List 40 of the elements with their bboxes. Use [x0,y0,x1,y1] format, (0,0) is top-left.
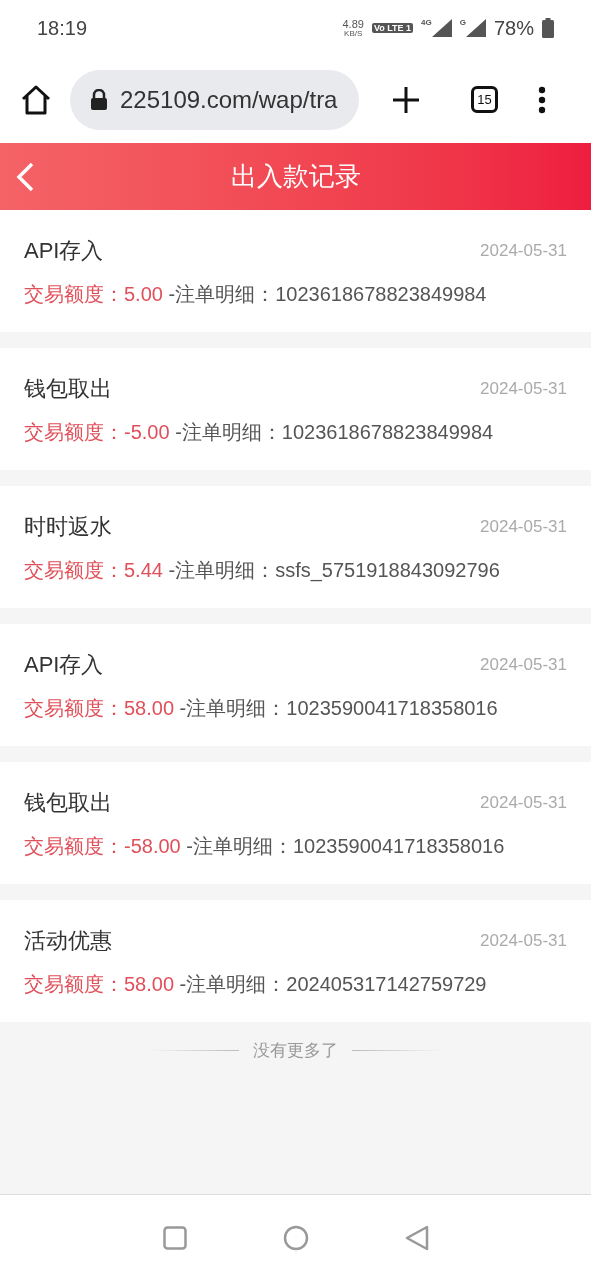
record-date: 2024-05-31 [480,930,567,953]
record-detail: 交易额度：58.00 -注单明细：1023590041718358016 [24,696,498,721]
network-speed: 4.89 KB/S [342,18,364,38]
url-text: 225109.com/wap/tra [120,84,338,115]
battery-icon [542,18,554,38]
record-title: 钱包取出 [24,375,112,403]
no-more-text: 没有更多了 [253,1040,338,1062]
signal-icon [431,19,452,37]
volte-badge: Vo LTE 1 [371,23,414,33]
record-detail: 交易额度：-58.00 -注单明细：1023590041718358016 [24,834,505,859]
lock-icon [90,88,108,111]
record-detail: 交易额度：58.00 -注单明细：202405317142759729 [24,972,487,997]
back-nav-icon[interactable] [404,1224,429,1251]
plus-icon[interactable] [393,86,419,113]
record-date: 2024-05-31 [480,792,567,815]
record-detail: 交易额度：5.44 -注单明细：ssfs_5751918843092796 [24,558,500,584]
record-date: 2024-05-31 [480,654,567,677]
home-button-icon[interactable] [282,1224,309,1251]
battery-percent: 78% [493,16,534,41]
network-label: 4G [421,19,432,27]
status-time: 18:19 [37,16,88,41]
home-icon[interactable] [20,84,52,115]
record-detail: 交易额度：-5.00 -注单明细：1023618678823849984 [24,420,494,445]
signal-icon [465,19,486,37]
record-date: 2024-05-31 [480,240,567,263]
record-title: 活动优惠 [24,927,112,955]
record-title: API存入 [24,237,104,265]
record-date: 2024-05-31 [480,516,567,539]
tab-count-button[interactable]: 15 [471,86,498,113]
record-title: 钱包取出 [24,789,112,817]
more-icon[interactable] [538,85,546,114]
record-date: 2024-05-31 [480,378,567,401]
network-label: G [459,19,466,27]
url-bar[interactable]: 225109.com/wap/tra [70,69,359,130]
recents-icon[interactable] [162,1225,187,1250]
record-title: API存入 [24,651,104,679]
record-title: 时时返水 [24,513,112,541]
back-icon[interactable] [16,161,34,192]
page-title: 出入款记录 [230,160,361,193]
record-detail: 交易额度：5.00 -注单明细：1023618678823849984 [24,282,487,307]
